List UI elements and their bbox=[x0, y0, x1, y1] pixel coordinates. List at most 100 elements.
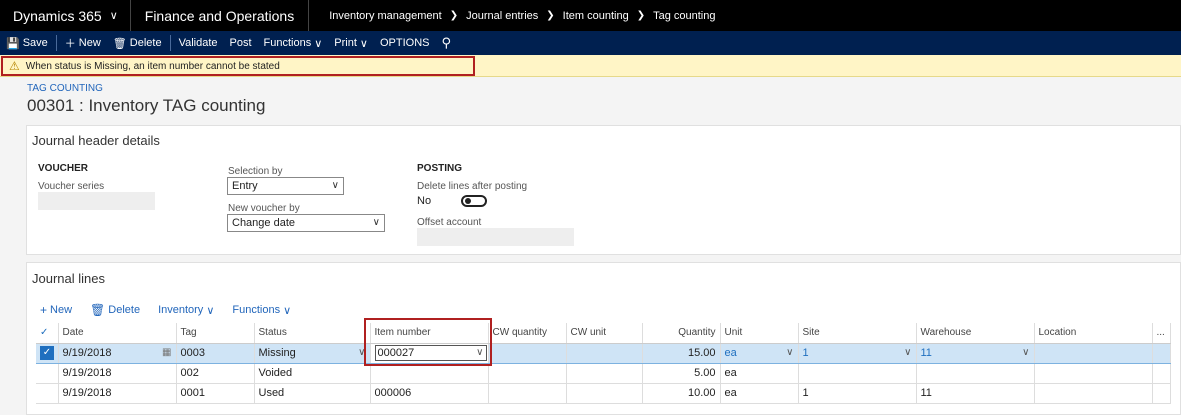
offset-account-label: Offset account bbox=[417, 217, 482, 228]
breadcrumb-item[interactable]: Journal entries bbox=[466, 10, 538, 22]
selection-by-select[interactable]: Entry ∨ bbox=[227, 177, 344, 195]
column-location[interactable]: Location bbox=[1034, 323, 1153, 344]
cell-cw-quantity[interactable] bbox=[488, 363, 567, 384]
selection-by-value: Entry bbox=[232, 180, 258, 192]
cell-location[interactable] bbox=[1034, 342, 1153, 364]
breadcrumb-item[interactable]: Inventory management bbox=[329, 10, 442, 22]
trash-icon: 🗑 bbox=[90, 303, 106, 317]
new-voucher-by-select[interactable]: Change date ∨ bbox=[227, 214, 385, 232]
options-tab[interactable]: OPTIONS bbox=[374, 31, 436, 55]
page-subtitle[interactable]: TAG COUNTING bbox=[27, 83, 103, 94]
cell-date[interactable]: 9/19/2018 ▦ bbox=[58, 342, 177, 364]
cell-cw-unit[interactable] bbox=[566, 363, 643, 384]
table-row[interactable]: 9/19/2018 0001 Used 000006 10.00 ea 1 11 bbox=[36, 383, 1171, 404]
calendar-icon[interactable]: ▦ bbox=[162, 347, 171, 358]
cell-site-value: 1 bbox=[802, 347, 809, 359]
print-label: Print bbox=[334, 37, 357, 49]
message-bar: ⚠ When status is Missing, an item number… bbox=[0, 55, 1181, 77]
row-checkbox[interactable] bbox=[36, 363, 59, 384]
cell-site[interactable]: 1 ∨ bbox=[798, 342, 917, 364]
cell-status[interactable]: Used bbox=[254, 383, 371, 404]
cell-cw-unit[interactable] bbox=[566, 383, 643, 404]
cell-location[interactable] bbox=[1034, 363, 1153, 384]
cell-more bbox=[1152, 363, 1171, 384]
row-checkbox[interactable] bbox=[36, 383, 59, 404]
breadcrumb: Inventory management ❯ Journal entries ❯… bbox=[309, 10, 715, 22]
cell-warehouse[interactable] bbox=[916, 363, 1035, 384]
cell-item-number[interactable]: 000006 bbox=[370, 383, 489, 404]
lines-delete-button[interactable]: 🗑 Delete bbox=[90, 303, 140, 317]
cell-cw-quantity[interactable] bbox=[488, 383, 567, 404]
validate-button[interactable]: Validate bbox=[173, 31, 224, 55]
column-warehouse[interactable]: Warehouse bbox=[916, 323, 1035, 344]
column-unit[interactable]: Unit bbox=[720, 323, 799, 344]
cell-unit[interactable]: ea bbox=[720, 383, 799, 404]
table-row[interactable]: ✓ 9/19/2018 ▦ 0003 Missing ∨ 000027 ∨ 15.0… bbox=[36, 342, 1171, 364]
journal-lines-toolbar: + New 🗑 Delete Inventory ∨ Functions ∨ bbox=[40, 303, 309, 317]
cell-date[interactable]: 9/19/2018 bbox=[58, 363, 177, 384]
cell-status[interactable]: Missing ∨ bbox=[254, 342, 371, 364]
chevron-down-icon[interactable]: ∨ bbox=[1022, 347, 1029, 358]
module-name[interactable]: Finance and Operations bbox=[131, 0, 310, 31]
cell-tag[interactable]: 0003 bbox=[176, 342, 255, 364]
column-cw-unit[interactable]: CW unit bbox=[566, 323, 643, 344]
new-button[interactable]: ＋ New bbox=[59, 31, 107, 55]
cell-cw-unit[interactable] bbox=[566, 342, 643, 364]
breadcrumb-item[interactable]: Item counting bbox=[563, 10, 629, 22]
cell-item-number[interactable] bbox=[370, 363, 489, 384]
cell-status[interactable]: Voided bbox=[254, 363, 371, 384]
cell-unit[interactable]: ea ∨ bbox=[720, 342, 799, 364]
print-menu[interactable]: Print ∨ bbox=[328, 31, 374, 55]
cell-quantity[interactable]: 5.00 bbox=[642, 363, 721, 384]
save-icon: 💾 bbox=[6, 37, 20, 50]
chevron-down-icon: ∨ bbox=[359, 37, 368, 50]
cell-date[interactable]: 9/19/2018 bbox=[58, 383, 177, 404]
lines-inventory-menu[interactable]: Inventory ∨ bbox=[158, 303, 214, 317]
journal-lines-title[interactable]: Journal lines bbox=[32, 271, 105, 286]
selection-by-label: Selection by bbox=[228, 166, 283, 177]
row-checkbox[interactable]: ✓ bbox=[36, 342, 59, 364]
offset-account-field bbox=[417, 228, 574, 246]
post-button[interactable]: Post bbox=[224, 31, 258, 55]
save-label: Save bbox=[22, 37, 48, 49]
chevron-right-icon: ❯ bbox=[546, 10, 555, 21]
trash-icon: 🗑 bbox=[112, 37, 127, 50]
cell-site[interactable]: 1 bbox=[798, 383, 917, 404]
column-site[interactable]: Site bbox=[798, 323, 917, 344]
cell-location[interactable] bbox=[1034, 383, 1153, 404]
column-quantity[interactable]: Quantity bbox=[642, 323, 721, 344]
chevron-down-icon[interactable]: ∨ bbox=[904, 347, 911, 358]
column-status[interactable]: Status bbox=[254, 323, 371, 344]
cell-quantity[interactable]: 15.00 bbox=[642, 342, 721, 364]
lines-new-label: New bbox=[50, 304, 73, 316]
breadcrumb-item[interactable]: Tag counting bbox=[653, 10, 715, 22]
column-tag[interactable]: Tag bbox=[176, 323, 255, 344]
page-title: 00301 : Inventory TAG counting bbox=[27, 96, 266, 115]
select-all-checkbox[interactable]: ✓ bbox=[36, 323, 59, 344]
delete-button[interactable]: 🗑 Delete bbox=[107, 31, 168, 55]
column-more[interactable]: ... bbox=[1152, 323, 1171, 344]
column-date[interactable]: Date bbox=[58, 323, 177, 344]
chevron-down-icon[interactable]: ∨ bbox=[786, 347, 793, 358]
cell-unit[interactable]: ea bbox=[720, 363, 799, 384]
cell-cw-quantity[interactable] bbox=[488, 342, 567, 364]
lines-functions-menu[interactable]: Functions ∨ bbox=[232, 303, 291, 317]
functions-menu[interactable]: Functions ∨ bbox=[258, 31, 329, 55]
cell-quantity[interactable]: 10.00 bbox=[642, 383, 721, 404]
cell-warehouse[interactable]: 11 bbox=[916, 383, 1035, 404]
chevron-down-icon: ∨ bbox=[314, 37, 323, 50]
save-button[interactable]: 💾 Save bbox=[0, 31, 54, 55]
cell-tag[interactable]: 0001 bbox=[176, 383, 255, 404]
cell-warehouse[interactable]: 11 ∨ bbox=[916, 342, 1035, 364]
item-number-highlight bbox=[364, 318, 492, 366]
delete-lines-toggle[interactable] bbox=[461, 195, 487, 207]
lines-new-button[interactable]: + New bbox=[40, 303, 72, 317]
app-switcher[interactable]: Dynamics 365 ∨ bbox=[0, 0, 131, 31]
chevron-down-icon: ∨ bbox=[331, 180, 339, 191]
column-cw-quantity[interactable]: CW quantity bbox=[488, 323, 567, 344]
header-details-title[interactable]: Journal header details bbox=[32, 133, 160, 148]
cell-tag[interactable]: 002 bbox=[176, 363, 255, 384]
table-row[interactable]: 9/19/2018 002 Voided 5.00 ea bbox=[36, 363, 1171, 384]
cell-site[interactable] bbox=[798, 363, 917, 384]
search-icon[interactable]: ⚲ bbox=[435, 31, 457, 55]
